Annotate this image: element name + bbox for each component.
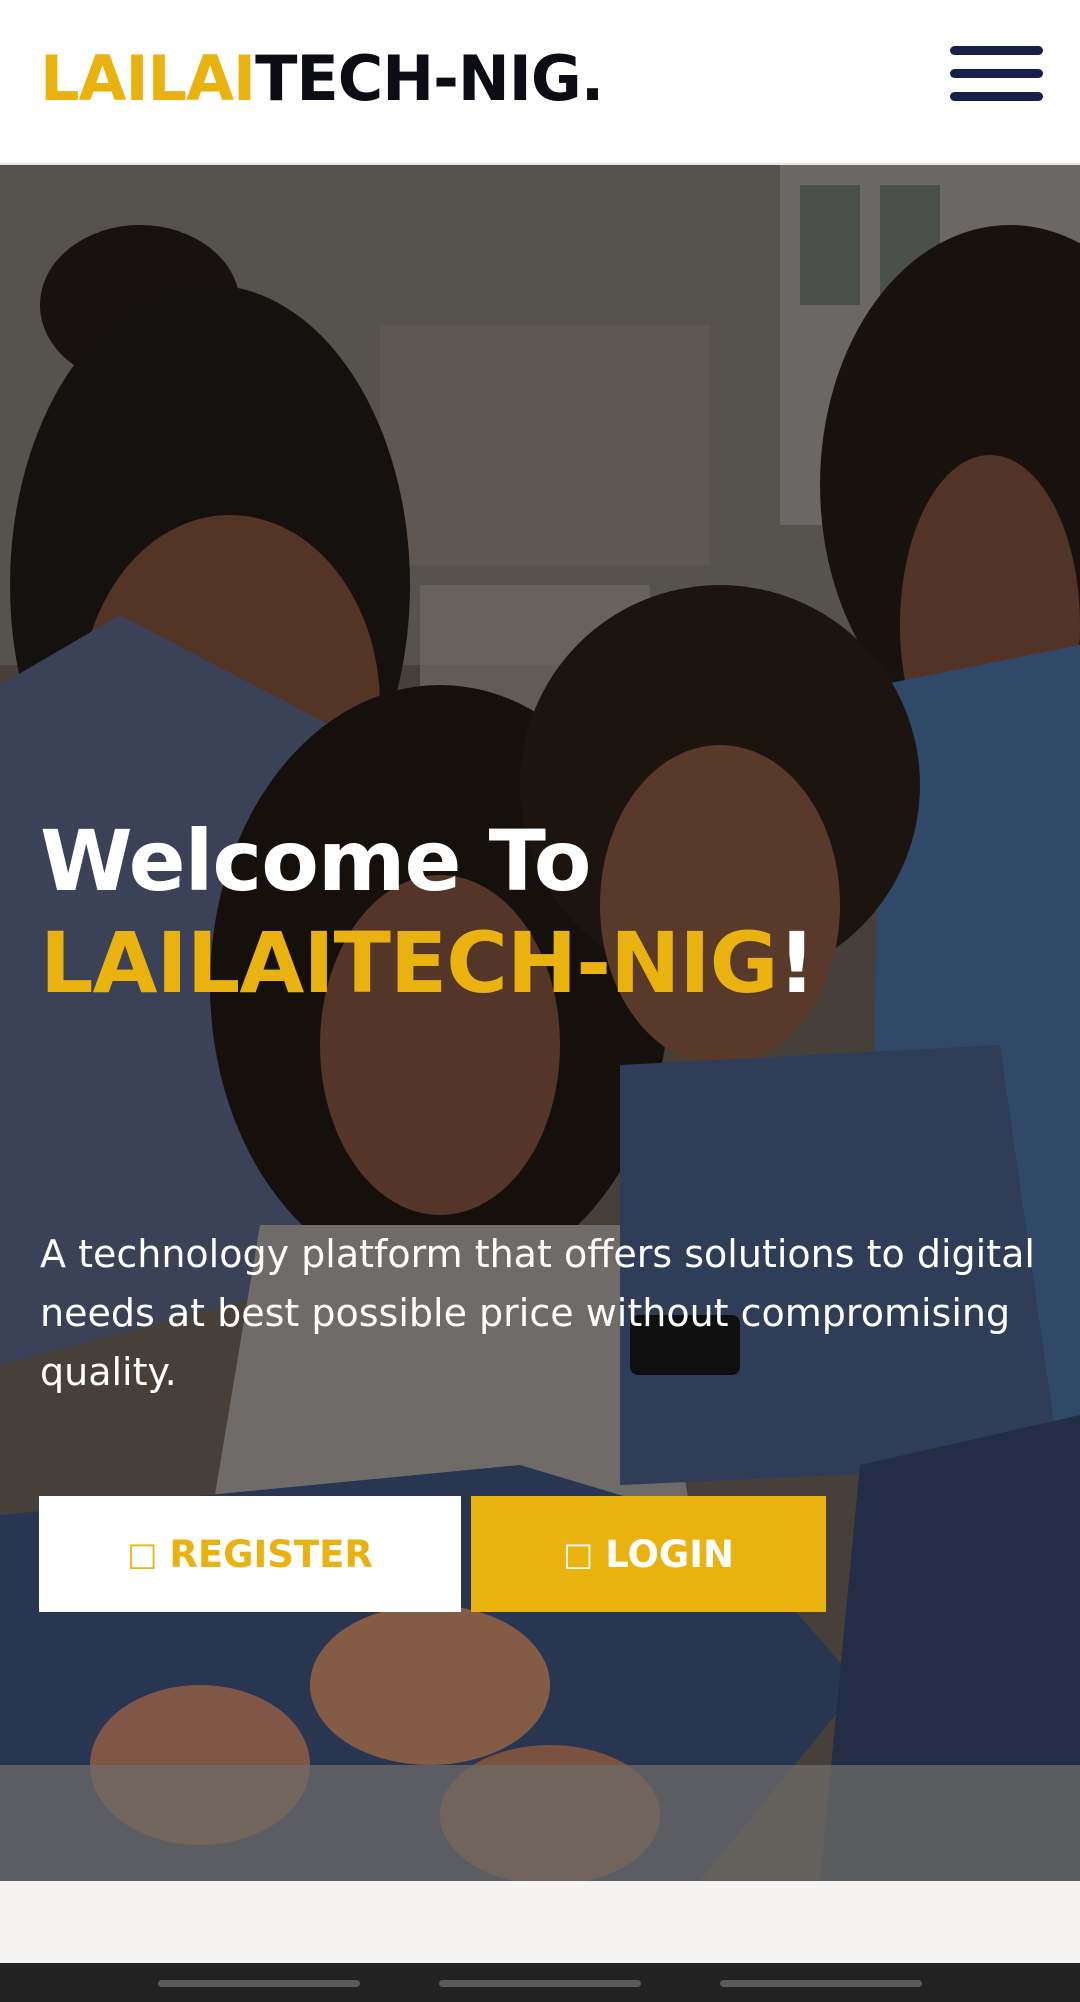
- page: LAILAITECH-NIG. Welcome To LAILAITECH-NI…: [0, 0, 1080, 2002]
- sign-in-icon: □: [562, 1535, 594, 1573]
- hero-section: Welcome To LAILAITECH-NIG! A technology …: [0, 165, 1080, 1881]
- hero-subtitle: A technology platform that offers soluti…: [40, 1232, 1035, 1394]
- brand-logo-part2: TECH-NIG.: [255, 42, 604, 115]
- hero-title-brand: LAILAITECH-NIG: [40, 914, 779, 1012]
- system-navigation-bar: [0, 1963, 1080, 2002]
- brand-logo-part1: LAILAI: [40, 42, 256, 115]
- hamburger-menu-icon[interactable]: [950, 46, 1043, 102]
- hero-overlay: [0, 165, 1080, 1881]
- register-button[interactable]: □ REGISTER: [39, 1496, 461, 1612]
- hero-title: Welcome To LAILAITECH-NIG!: [40, 810, 1060, 1014]
- next-section: [0, 1881, 1080, 1963]
- login-button[interactable]: □ LOGIN: [471, 1496, 826, 1612]
- login-button-label: LOGIN: [605, 1532, 735, 1576]
- brand-logo[interactable]: LAILAITECH-NIG.: [40, 42, 604, 115]
- user-plus-icon: □: [127, 1535, 158, 1573]
- hero-title-suffix: !: [777, 914, 816, 1012]
- nav-indicator: [439, 1980, 641, 1987]
- register-button-label: REGISTER: [169, 1532, 373, 1576]
- nav-indicator: [158, 1980, 360, 1987]
- hero-title-prefix: Welcome To: [40, 812, 592, 910]
- nav-indicator: [720, 1980, 922, 1987]
- site-header: LAILAITECH-NIG.: [0, 0, 1080, 165]
